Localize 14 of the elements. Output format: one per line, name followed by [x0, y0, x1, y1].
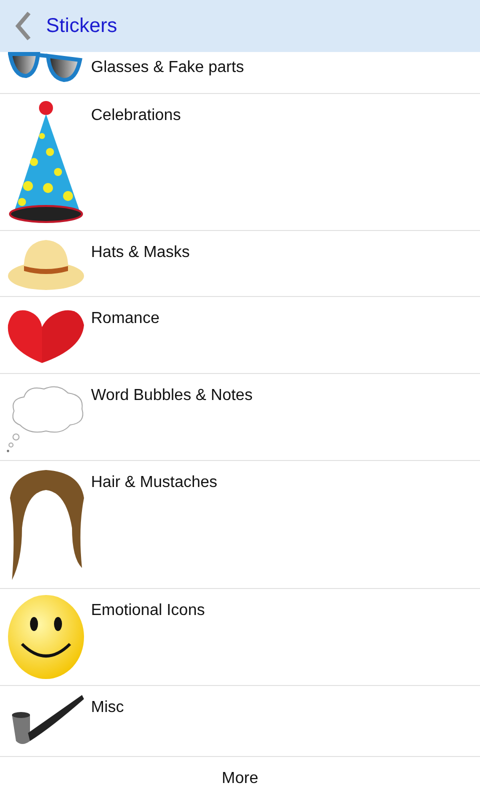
header-title: Stickers: [46, 14, 118, 39]
category-item[interactable]: Emotional Icons: [0, 589, 480, 686]
category-item[interactable]: Hats & Masks: [0, 231, 480, 297]
category-item[interactable]: Hair & Mustaches: [0, 461, 480, 589]
category-item[interactable]: Misc: [0, 686, 480, 757]
category-item[interactable]: Celebrations: [0, 94, 480, 231]
sunglasses-icon: [8, 52, 84, 82]
back-icon: [14, 11, 32, 41]
category-item[interactable]: Word Bubbles & Notes: [0, 374, 480, 461]
party-hat-icon: [8, 100, 84, 224]
category-item[interactable]: Glasses & Fake parts: [0, 52, 480, 94]
smiley-icon: [6, 594, 86, 680]
more-button[interactable]: More: [0, 757, 480, 800]
category-item[interactable]: Romance: [0, 297, 480, 374]
